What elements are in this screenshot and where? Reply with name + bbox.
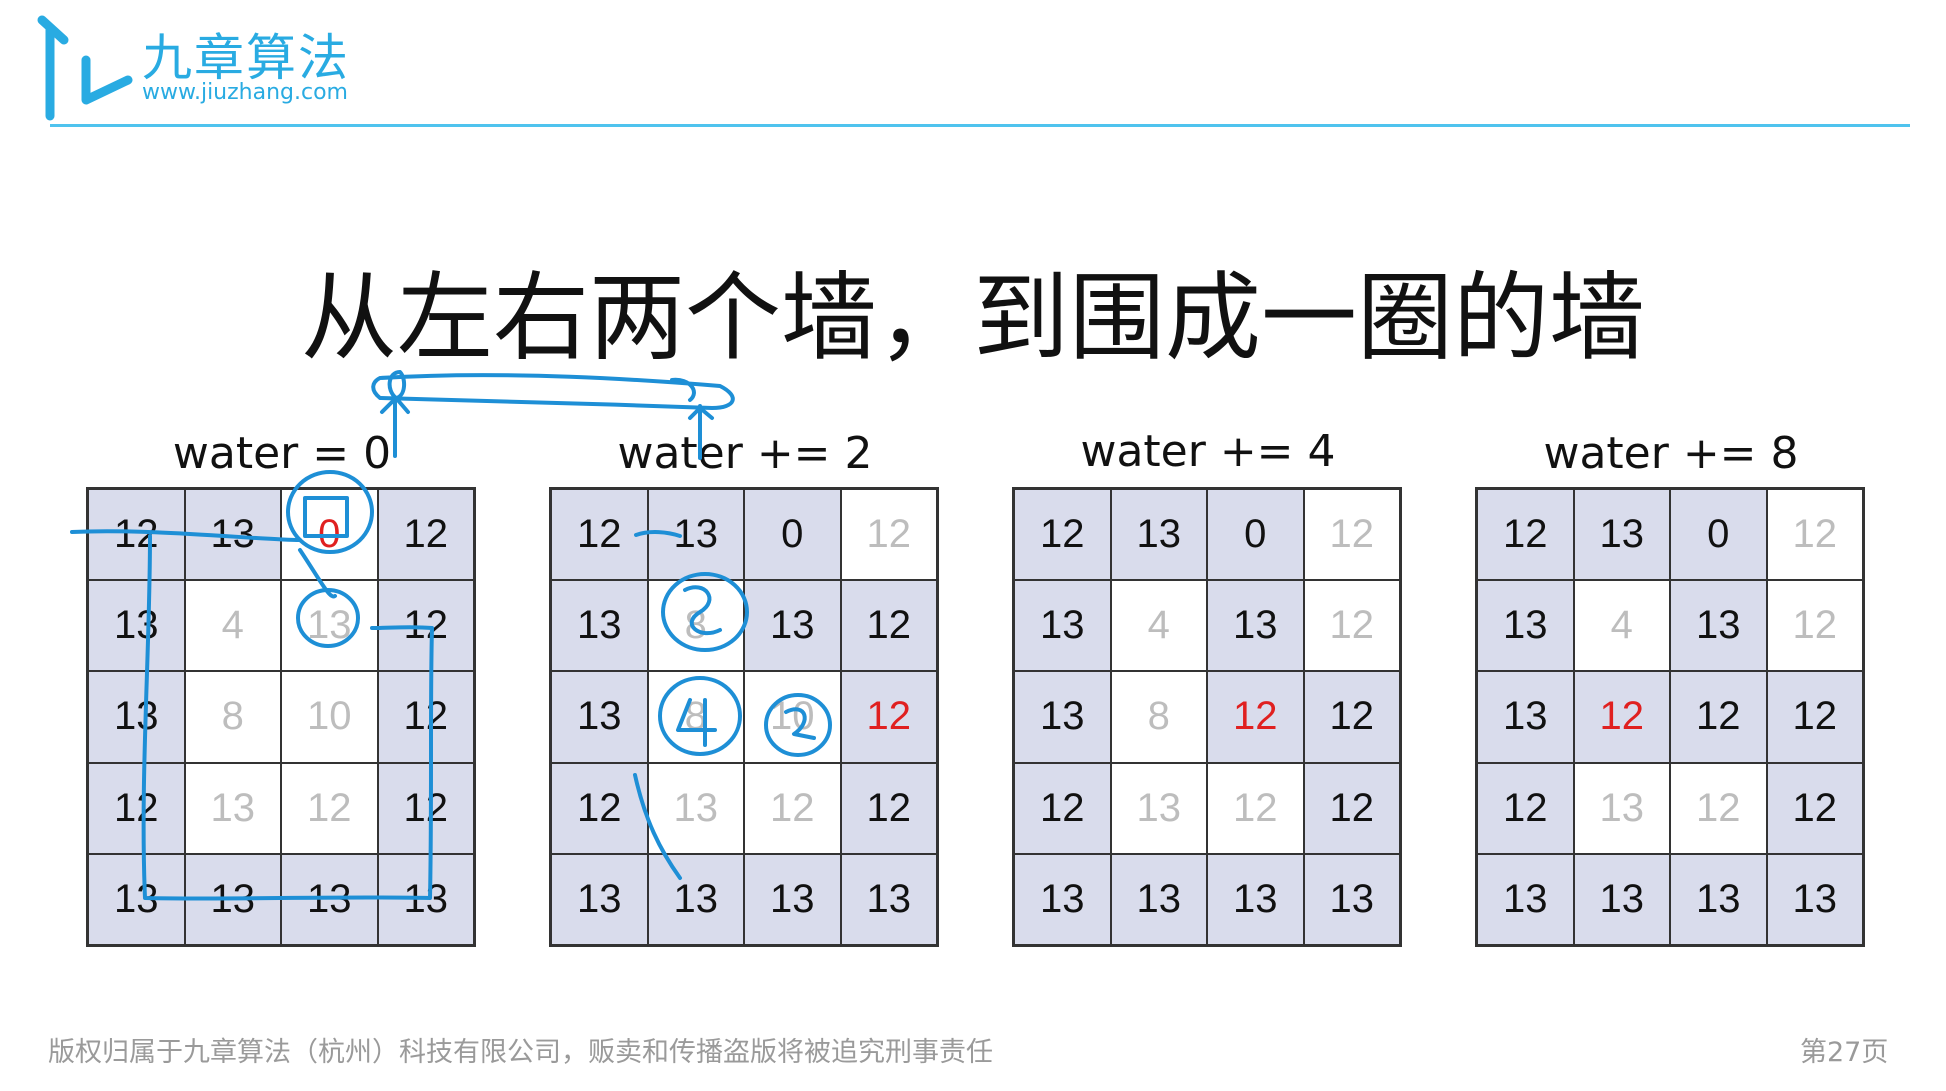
grid-cell: 13 (1207, 580, 1304, 672)
panel-label-0: water = 0 (172, 428, 392, 479)
grid-cell: 13 (88, 853, 185, 945)
grid-cell: 13 (184, 762, 281, 854)
grid-cell: 13 (1014, 853, 1111, 945)
grid-cell: 12 (1014, 489, 1111, 581)
grid-cell: 12 (1207, 671, 1304, 763)
grid-cell: 12 (1670, 671, 1767, 763)
slide-title: 从左右两个墙，到围成一圈的墙 (301, 262, 1645, 374)
grid-cell: 13 (281, 853, 378, 945)
grid-cell: 13 (88, 580, 185, 672)
grid-cell: 13 (551, 671, 648, 763)
grid-cell: 12 (1573, 671, 1670, 763)
panel-label-2: water += 4 (1080, 426, 1336, 477)
grid-cell: 13 (1670, 580, 1767, 672)
grid-cell: 13 (1573, 853, 1670, 945)
grid-cell: 12 (1766, 762, 1863, 854)
grid-cell: 13 (1110, 489, 1207, 581)
grid-cell: 12 (1303, 489, 1400, 581)
grid-cell: 12 (744, 762, 841, 854)
grid-cell: 13 (1303, 853, 1400, 945)
grid-cell: 13 (647, 762, 744, 854)
grid-cell: 13 (1110, 762, 1207, 854)
grid-cell: 13 (1670, 853, 1767, 945)
grid-cell: 12 (1303, 762, 1400, 854)
page-number: 第27页 (1800, 1037, 1889, 1068)
grid-cell: 13 (840, 853, 937, 945)
grid-cell: 8 (184, 671, 281, 763)
panel-label-3: water += 8 (1543, 428, 1799, 479)
grid-cell: 13 (88, 671, 185, 763)
grid-1: 12 13 0 12 13 8 13 12 13 8 10 12 12 13 12 12 13 13 13 13 (549, 487, 939, 947)
grid-cell: 13 (184, 853, 281, 945)
header-divider (50, 124, 1910, 127)
grid-cell: 12 (281, 762, 378, 854)
grid-cell: 12 (1670, 762, 1767, 854)
grid-cell: 10 (281, 671, 378, 763)
grid-cell: 8 (647, 580, 744, 672)
grid-cell: 13 (377, 853, 474, 945)
grid-cell: 12 (377, 580, 474, 672)
grid-cell: 12 (1014, 762, 1111, 854)
grid-cell: 8 (647, 671, 744, 763)
grid-cell: 4 (1110, 580, 1207, 672)
grid-cell: 13 (184, 489, 281, 581)
grid-cell: 12 (840, 489, 937, 581)
grid-cell: 13 (744, 853, 841, 945)
grid-cell: 0 (281, 489, 378, 581)
panel-label-1: water += 2 (617, 428, 873, 479)
grid-cell: 12 (1303, 580, 1400, 672)
jiuzhang-logo-icon (37, 15, 133, 121)
brand-url: www.jiuzhang.com (142, 80, 348, 105)
grid-cell: 13 (647, 489, 744, 581)
grid-2: 12 13 0 12 13 4 13 12 13 8 12 12 12 13 12 12 13 13 13 13 (1012, 487, 1402, 947)
grid-cell: 12 (1207, 762, 1304, 854)
grid-cell: 13 (281, 580, 378, 672)
grid-0: 12 13 0 12 13 4 13 12 13 8 10 12 12 13 12 12 13 13 13 13 (86, 487, 476, 947)
grid-cell: 12 (1477, 489, 1574, 581)
grid-cell: 13 (551, 580, 648, 672)
grid-cell: 12 (840, 580, 937, 672)
grid-cell: 4 (1573, 580, 1670, 672)
grid-cell: 13 (1477, 853, 1574, 945)
grid-cell: 12 (1766, 671, 1863, 763)
grid-cell: 12 (377, 762, 474, 854)
grid-cell: 13 (551, 853, 648, 945)
grid-cell: 13 (1573, 489, 1670, 581)
grid-cell: 12 (377, 671, 474, 763)
grid-cell: 10 (744, 671, 841, 763)
grid-cell: 12 (1477, 762, 1574, 854)
grid-cell: 13 (1014, 671, 1111, 763)
grid-cell: 13 (1477, 671, 1574, 763)
grid-cell: 13 (647, 853, 744, 945)
grid-cell: 0 (1207, 489, 1304, 581)
grid-cell: 12 (551, 489, 648, 581)
grid-cell: 12 (88, 762, 185, 854)
grid-cell: 13 (744, 580, 841, 672)
grid-cell: 12 (840, 762, 937, 854)
grid-cell: 12 (1766, 580, 1863, 672)
grid-cell: 12 (377, 489, 474, 581)
grid-cell: 13 (1573, 762, 1670, 854)
grid-cell: 0 (744, 489, 841, 581)
grid-cell: 13 (1766, 853, 1863, 945)
grid-cell: 13 (1110, 853, 1207, 945)
grid-cell: 13 (1477, 580, 1574, 672)
grid-cell: 0 (1670, 489, 1767, 581)
grid-cell: 12 (88, 489, 185, 581)
grid-cell: 13 (1207, 853, 1304, 945)
copyright-notice: 版权归属于九章算法（杭州）科技有限公司，贩卖和传播盗版将被追究刑事责任 (48, 1037, 993, 1068)
grid-cell: 12 (1766, 489, 1863, 581)
grid-cell: 4 (184, 580, 281, 672)
grid-cell: 12 (551, 762, 648, 854)
grid-cell: 12 (1303, 671, 1400, 763)
grid-3: 12 13 0 12 13 4 13 12 13 12 12 12 12 13 12 12 13 13 13 13 (1475, 487, 1865, 947)
grid-cell: 12 (840, 671, 937, 763)
grid-cell: 8 (1110, 671, 1207, 763)
grid-cell: 13 (1014, 580, 1111, 672)
